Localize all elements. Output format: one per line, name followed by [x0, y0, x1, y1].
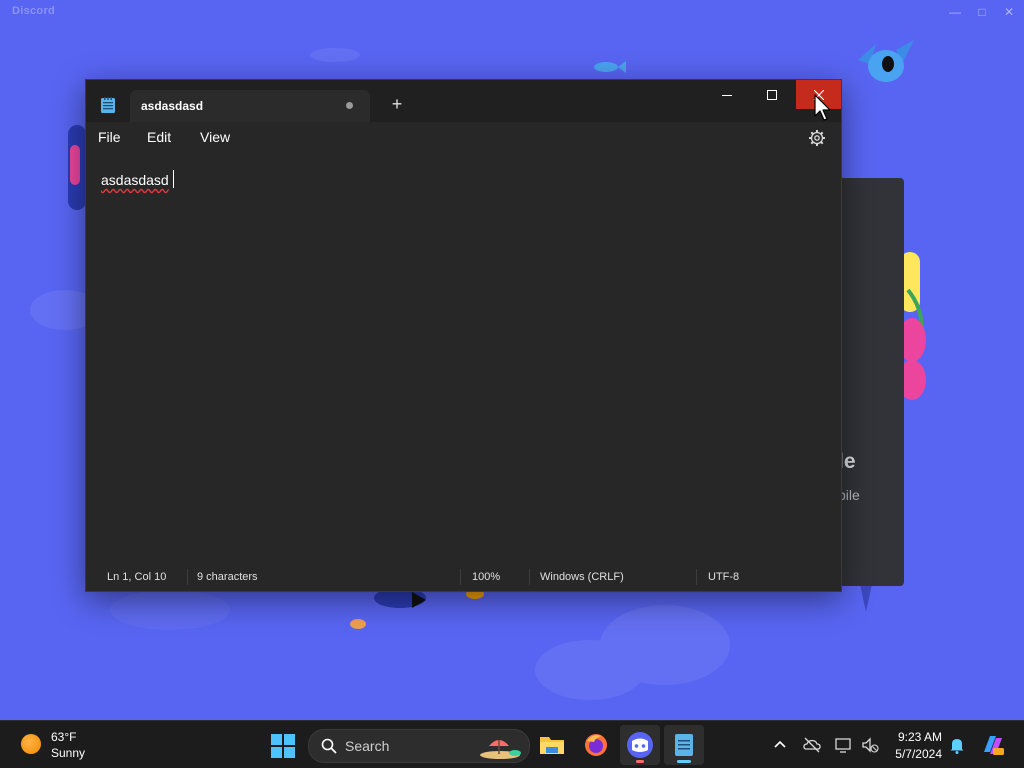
taskbar-firefox[interactable] — [576, 725, 616, 765]
status-separator — [460, 569, 461, 585]
file-explorer-icon — [540, 737, 564, 754]
clock-date[interactable]: 5/7/2024 — [890, 747, 942, 761]
notification-bell-icon[interactable] — [947, 735, 967, 755]
menu-file[interactable]: File — [98, 129, 121, 145]
status-bar: Ln 1, Col 10 9 characters 100% Windows (… — [86, 562, 841, 591]
gear-icon[interactable] — [807, 128, 827, 148]
search-icon — [321, 738, 337, 754]
notepad-icon — [675, 734, 693, 756]
minimize-button[interactable] — [704, 80, 749, 109]
editor-text[interactable]: asdasdasd — [101, 172, 169, 188]
chevron-up-icon[interactable] — [770, 735, 790, 755]
notepad-window: asdasdasd + File Edit View asdasdasd Ln … — [85, 79, 842, 592]
status-separator — [529, 569, 530, 585]
cloud-decoration — [110, 590, 230, 630]
menu-view[interactable]: View — [200, 129, 230, 145]
weather-condition: Sunny — [51, 746, 86, 760]
onedrive-offline-icon[interactable] — [802, 735, 822, 755]
status-zoom[interactable]: 100% — [472, 571, 500, 583]
text-editor-area[interactable]: asdasdasd — [86, 154, 841, 562]
maximize-button[interactable] — [749, 80, 794, 109]
new-tab-button[interactable]: + — [385, 93, 409, 117]
fish-decoration — [594, 61, 626, 73]
search-label: Search — [345, 738, 390, 754]
discord-maximize-button[interactable]: □ — [969, 2, 995, 22]
tab-title: asdasdasd — [141, 99, 204, 113]
character-decoration — [374, 588, 484, 608]
cloud-decoration — [535, 640, 645, 700]
maximize-icon — [766, 89, 777, 100]
taskbar: 63°F Sunny Search 9:23 AM 5/7/2024 — [0, 720, 1024, 768]
clock-time[interactable]: 9:23 AM — [896, 730, 942, 744]
status-separator — [696, 569, 697, 585]
copilot-icon[interactable] — [980, 732, 1006, 758]
text-caret — [173, 170, 174, 188]
status-cursor-position: Ln 1, Col 10 — [107, 571, 167, 583]
taskbar-notepad[interactable] — [664, 725, 704, 765]
status-encoding[interactable]: UTF-8 — [708, 571, 739, 583]
discord-title: Discord — [12, 5, 56, 17]
search-highlight-art-icon — [480, 740, 521, 759]
sun-icon — [21, 734, 41, 754]
windows-start-icon[interactable] — [271, 734, 295, 758]
mouse-cursor-icon — [814, 94, 831, 121]
weather-temperature: 63°F — [51, 730, 77, 744]
unsaved-indicator-icon[interactable] — [346, 102, 353, 109]
drip-decoration — [860, 584, 872, 612]
minimize-icon — [721, 94, 732, 96]
notepad-app-icon — [101, 97, 115, 113]
taskbar-file-explorer[interactable] — [532, 725, 572, 765]
app-running-indicator — [636, 760, 644, 763]
tab-document[interactable]: asdasdasd — [130, 90, 370, 122]
cloud-decoration — [310, 48, 360, 62]
notepad-tabbar: asdasdasd + — [86, 80, 841, 122]
firefox-icon — [585, 734, 607, 756]
taskbar-search-box[interactable]: Search — [308, 729, 530, 763]
status-line-ending[interactable]: Windows (CRLF) — [540, 571, 624, 583]
menu-bar: File Edit View — [86, 122, 841, 154]
volume-muted-icon[interactable] — [860, 735, 880, 755]
status-character-count: 9 characters — [197, 571, 258, 583]
discord-titlebar: Discord — □ ✕ — [0, 0, 1024, 24]
discord-minimize-button[interactable]: — — [942, 2, 968, 22]
status-separator — [187, 569, 188, 585]
network-icon[interactable] — [834, 735, 854, 755]
menu-edit[interactable]: Edit — [147, 129, 171, 145]
taskbar-discord[interactable] — [620, 725, 660, 765]
mascot-decoration — [858, 40, 914, 82]
discord-close-button[interactable]: ✕ — [996, 2, 1022, 22]
discord-icon — [627, 732, 653, 758]
leaf-decoration — [350, 619, 366, 629]
app-active-indicator — [677, 760, 691, 763]
